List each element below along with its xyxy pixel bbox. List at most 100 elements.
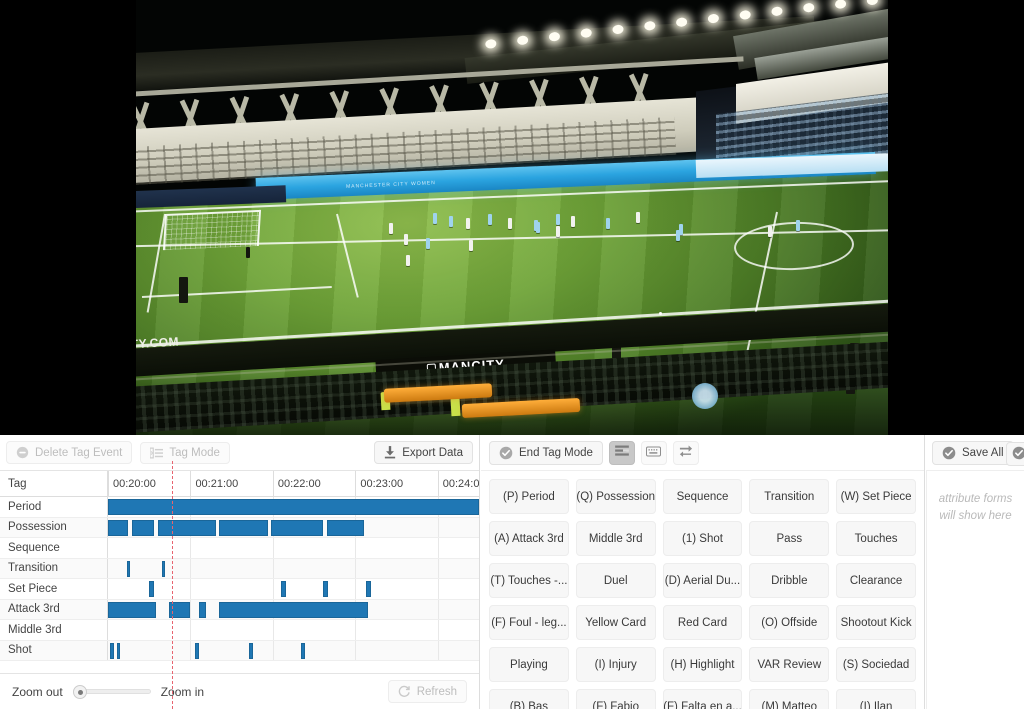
timeline-row-label[interactable]: Period (0, 497, 108, 517)
tag-button[interactable]: (P) Period (489, 479, 569, 514)
tag-button[interactable]: Sequence (662, 479, 743, 514)
timeline-row-label[interactable]: Set Piece (0, 579, 108, 599)
timeline-event-bar[interactable] (161, 560, 166, 577)
tag-button[interactable]: (O) Offside (749, 605, 830, 640)
timeline-row[interactable]: Period (0, 497, 479, 518)
timeline-row[interactable]: Sequence (0, 538, 479, 559)
tag-button[interactable]: (F) Foul - leg... (489, 605, 569, 640)
swap-view-button[interactable] (672, 440, 699, 465)
timeline-event-bar[interactable] (116, 642, 121, 659)
zoom-slider[interactable] (72, 684, 151, 699)
list-view-button[interactable] (608, 440, 635, 465)
timeline-event-bar[interactable] (108, 519, 129, 536)
tag-button[interactable]: Touches (836, 521, 916, 556)
timeline-event-bar[interactable] (198, 601, 207, 618)
tag-button[interactable]: (I) Ilan (836, 689, 916, 709)
timeline-event-bar[interactable] (248, 642, 253, 659)
timeline-track[interactable] (108, 517, 479, 537)
zoom-out-label[interactable]: Zoom out (12, 685, 63, 699)
tag-button[interactable]: Clearance (836, 563, 916, 598)
tag-button[interactable]: (W) Set Piece (836, 479, 916, 514)
tag-button[interactable]: Dribble (749, 563, 830, 598)
tag-button[interactable]: (I) Injury (575, 647, 656, 682)
timeline-event-bar[interactable] (326, 519, 364, 536)
timeline-event-bar[interactable] (300, 642, 305, 659)
zoom-in-label[interactable]: Zoom in (161, 685, 204, 699)
tag-button[interactable]: VAR Review (749, 647, 830, 682)
timeline-event-bar[interactable] (148, 581, 154, 597)
timeline-row-label[interactable]: Sequence (0, 538, 108, 558)
timeline-row[interactable]: Middle 3rd (0, 620, 479, 641)
tag-button[interactable]: Pass (749, 521, 830, 556)
timeline-row[interactable]: Set Piece (0, 579, 479, 600)
timeline-row[interactable]: Attack 3rd (0, 599, 479, 620)
timeline-track[interactable] (108, 640, 479, 660)
timeline-event-bar[interactable] (169, 601, 190, 618)
tag-button[interactable]: (Q) Possession (575, 479, 656, 514)
timeline-row[interactable]: Transition (0, 558, 479, 579)
tag-button[interactable]: (1) Shot (662, 521, 743, 556)
timeline-event-bar[interactable] (219, 601, 368, 618)
save-all-button[interactable]: Save All (932, 440, 1014, 465)
timeline-row-label[interactable]: Attack 3rd (0, 599, 108, 619)
goal-net (165, 211, 259, 251)
player (571, 216, 575, 227)
timeline-track[interactable] (108, 538, 479, 558)
timeline-row[interactable]: Possession (0, 517, 479, 538)
timeline-event-bar[interactable] (219, 519, 268, 536)
tag-button[interactable]: Yellow Card (575, 605, 656, 640)
delete-tag-event-button[interactable]: Delete Tag Event (6, 441, 133, 464)
tag-button[interactable]: (A) Attack 3rd (489, 521, 569, 556)
tag-button[interactable]: (S) Sociedad (836, 647, 916, 682)
timeline-event-bar[interactable] (126, 560, 130, 577)
zoom-slider-knob[interactable] (72, 684, 87, 699)
timeline-event-bar[interactable] (280, 581, 286, 597)
tag-button[interactable]: Red Card (662, 605, 743, 640)
tag-mode-button[interactable]: Tag Mode (140, 441, 230, 464)
keyboard-view-button[interactable] (640, 440, 667, 465)
video-frame[interactable]: MANCHESTER CITY WOMEN CITY.COM MANCITY (136, 0, 888, 435)
tag-button[interactable]: (T) Touches -... (489, 563, 569, 598)
tag-button[interactable]: Playing (489, 647, 569, 682)
timeline-track[interactable] (108, 497, 479, 517)
tag-button[interactable]: (D) Aerial Du... (662, 563, 743, 598)
video-area[interactable]: MANCHESTER CITY WOMEN CITY.COM MANCITY (0, 0, 1024, 435)
refresh-button[interactable]: Refresh (387, 680, 467, 703)
timeline-track[interactable] (108, 599, 479, 619)
timeline-gridline (190, 640, 192, 660)
timeline-row[interactable]: Shot (0, 640, 479, 661)
timeline-event-bar[interactable] (158, 519, 216, 536)
tag-button[interactable]: (H) Highlight (662, 647, 743, 682)
end-tag-mode-button[interactable]: End Tag Mode (489, 440, 603, 465)
overflow-action-button[interactable] (1006, 442, 1024, 466)
export-data-button[interactable]: Export Data (374, 441, 473, 464)
timeline-ruler[interactable]: 00:20:00 00:21:00 00:22:00 00:23:00 00:24:00 (108, 471, 479, 496)
tag-button[interactable]: Duel (575, 563, 656, 598)
tag-button[interactable]: (F) Falta en a... (662, 689, 743, 709)
timeline-event-bar[interactable] (132, 519, 155, 536)
timeline-event-bar[interactable] (323, 581, 329, 597)
timeline-row-label[interactable]: Shot (0, 640, 108, 660)
tag-button[interactable]: Middle 3rd (575, 521, 656, 556)
timeline-row-label[interactable]: Middle 3rd (0, 620, 108, 640)
tag-button[interactable]: (F) Fabio (575, 689, 656, 709)
timeline-event-bar[interactable] (365, 581, 372, 597)
timeline-panel: Delete Tag Event Tag Mode Export Data Ta… (0, 435, 480, 709)
timeline-track[interactable] (108, 558, 479, 578)
timeline-event-bar[interactable] (195, 642, 199, 659)
timeline-rows[interactable]: Period Possession Sequence Transition Set Pi… (0, 497, 479, 673)
timeline-event-bar[interactable] (110, 642, 114, 659)
tag-button[interactable]: (B) Bas (489, 689, 569, 709)
timeline-header: Tag 00:20:00 00:21:00 00:22:00 00:23:00 00:2… (0, 471, 479, 497)
tag-button-grid[interactable]: (P) Period (Q) Possession Sequence Transiti… (481, 471, 924, 709)
timeline-row-label[interactable]: Possession (0, 517, 108, 537)
timeline-track[interactable] (108, 579, 479, 599)
tag-button[interactable]: (M) Matteo (749, 689, 830, 709)
timeline-event-bar[interactable] (271, 519, 324, 536)
timeline-row-label[interactable]: Transition (0, 558, 108, 578)
timeline-event-bar[interactable] (108, 499, 479, 515)
timeline-event-bar[interactable] (108, 601, 157, 618)
timeline-track[interactable] (108, 620, 479, 640)
tag-button[interactable]: Transition (749, 479, 830, 514)
tag-button[interactable]: Shootout Kick (836, 605, 916, 640)
